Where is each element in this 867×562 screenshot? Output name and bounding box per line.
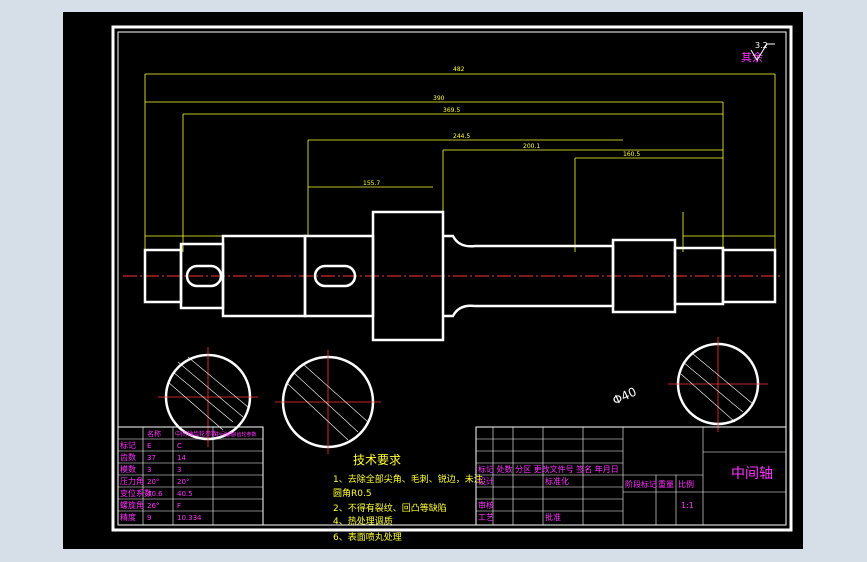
param-cell-6-1: 9 bbox=[147, 514, 151, 522]
param-header-0: 名称 bbox=[147, 429, 161, 438]
param-cell-1-2: 14 bbox=[177, 454, 186, 462]
engineering-drawing: 其余 3.2 482 390 369.5 244.5 200.1 160.5 1… bbox=[111, 25, 793, 543]
outer-frame bbox=[111, 25, 793, 532]
tech-req-line-4: 4、热处理调质 bbox=[333, 515, 393, 527]
param-cell-4-1: 40.6 bbox=[147, 490, 163, 498]
param-cell-3-1: 20° bbox=[147, 478, 159, 486]
param-cell-1-0: 齿数 bbox=[120, 452, 136, 462]
param-cell-3-2: 20° bbox=[177, 478, 189, 486]
dimension-labels: 482 390 369.5 244.5 200.1 160.5 155.7 bbox=[363, 66, 640, 187]
dim-6: 160.5 bbox=[623, 151, 640, 158]
param-cell-6-2: 10.334 bbox=[177, 514, 202, 522]
param-cell-5-1: 26° bbox=[147, 502, 159, 510]
roughness-symbol: 其余 3.2 bbox=[741, 41, 775, 64]
title-standard: 标准化 bbox=[545, 476, 569, 486]
tech-req-line-2: 圆角R0.5 bbox=[333, 487, 372, 499]
title-row-labels: 标记 处数 分区 更改文件号 签名 年月日 bbox=[478, 464, 619, 474]
tech-req-line-1: 1、去除全部尖角、毛刺、锐边，未注 bbox=[333, 473, 483, 485]
param-cell-2-1: 3 bbox=[147, 466, 151, 474]
param-cell-1-1: 37 bbox=[147, 454, 156, 462]
title-design: 设计 bbox=[478, 476, 494, 486]
param-cell-0-0: 标记 bbox=[120, 440, 136, 450]
dimension-lines bbox=[144, 73, 776, 252]
tech-req-line-5: 6、表面喷丸处理 bbox=[333, 531, 402, 543]
section-view-middle bbox=[275, 350, 381, 454]
dim-5: 200.1 bbox=[523, 143, 540, 150]
dim-4: 244.5 bbox=[453, 133, 470, 140]
title-review: 审核 bbox=[478, 500, 494, 510]
title-scale: 比例 bbox=[678, 479, 694, 489]
tech-req-title: 技术要求 bbox=[353, 453, 401, 467]
param-header-2: 中间轴轴I齿轮参数 bbox=[215, 431, 256, 438]
diameter-label: Φ40 bbox=[610, 385, 638, 408]
dim-2: 390 bbox=[433, 95, 445, 102]
part-name: 中间轴 bbox=[731, 466, 773, 482]
title-weight: 重量 bbox=[658, 479, 674, 489]
param-cell-0-2: C bbox=[177, 442, 182, 450]
title-stage: 阶段标记 bbox=[625, 479, 657, 489]
dim-overall: 482 bbox=[453, 66, 465, 73]
dim-7: 155.7 bbox=[363, 180, 380, 187]
param-cell-5-2: F bbox=[177, 502, 181, 510]
title-approve: 批准 bbox=[545, 512, 561, 522]
dim-3: 369.5 bbox=[443, 107, 460, 114]
param-cell-5-0: 螺旋角 bbox=[120, 500, 144, 510]
title-block: 标记 处数 分区 更改文件号 签名 年月日 设计 标准化 阶段标记 重量 比例 … bbox=[475, 426, 787, 526]
cad-viewport[interactable]: 其余 3.2 482 390 369.5 244.5 200.1 160.5 1… bbox=[63, 12, 803, 549]
param-cell-0-1: E bbox=[147, 442, 151, 450]
param-cell-4-2: 40.5 bbox=[177, 490, 193, 498]
tech-req-line-3: 2、不得有裂纹、回凸等缺陷 bbox=[333, 502, 447, 514]
spline-section: Φ40 bbox=[610, 337, 768, 432]
title-scale-value: 1:1 bbox=[681, 501, 694, 510]
param-cell-2-0: 模数 bbox=[120, 464, 136, 474]
param-cell-2-2: 3 bbox=[177, 466, 181, 474]
parameter-table: 名称 中间轴齿轮参数 中间轴轴I齿轮参数 标记 E C齿数 37 14模数 3 3压力角 20… bbox=[117, 426, 264, 526]
param-cell-3-0: 压力角 bbox=[120, 476, 144, 486]
param-cell-6-0: 精度 bbox=[120, 512, 136, 522]
param-header-1: 中间轴齿轮参数 bbox=[175, 430, 217, 438]
title-process: 工艺 bbox=[478, 513, 494, 522]
